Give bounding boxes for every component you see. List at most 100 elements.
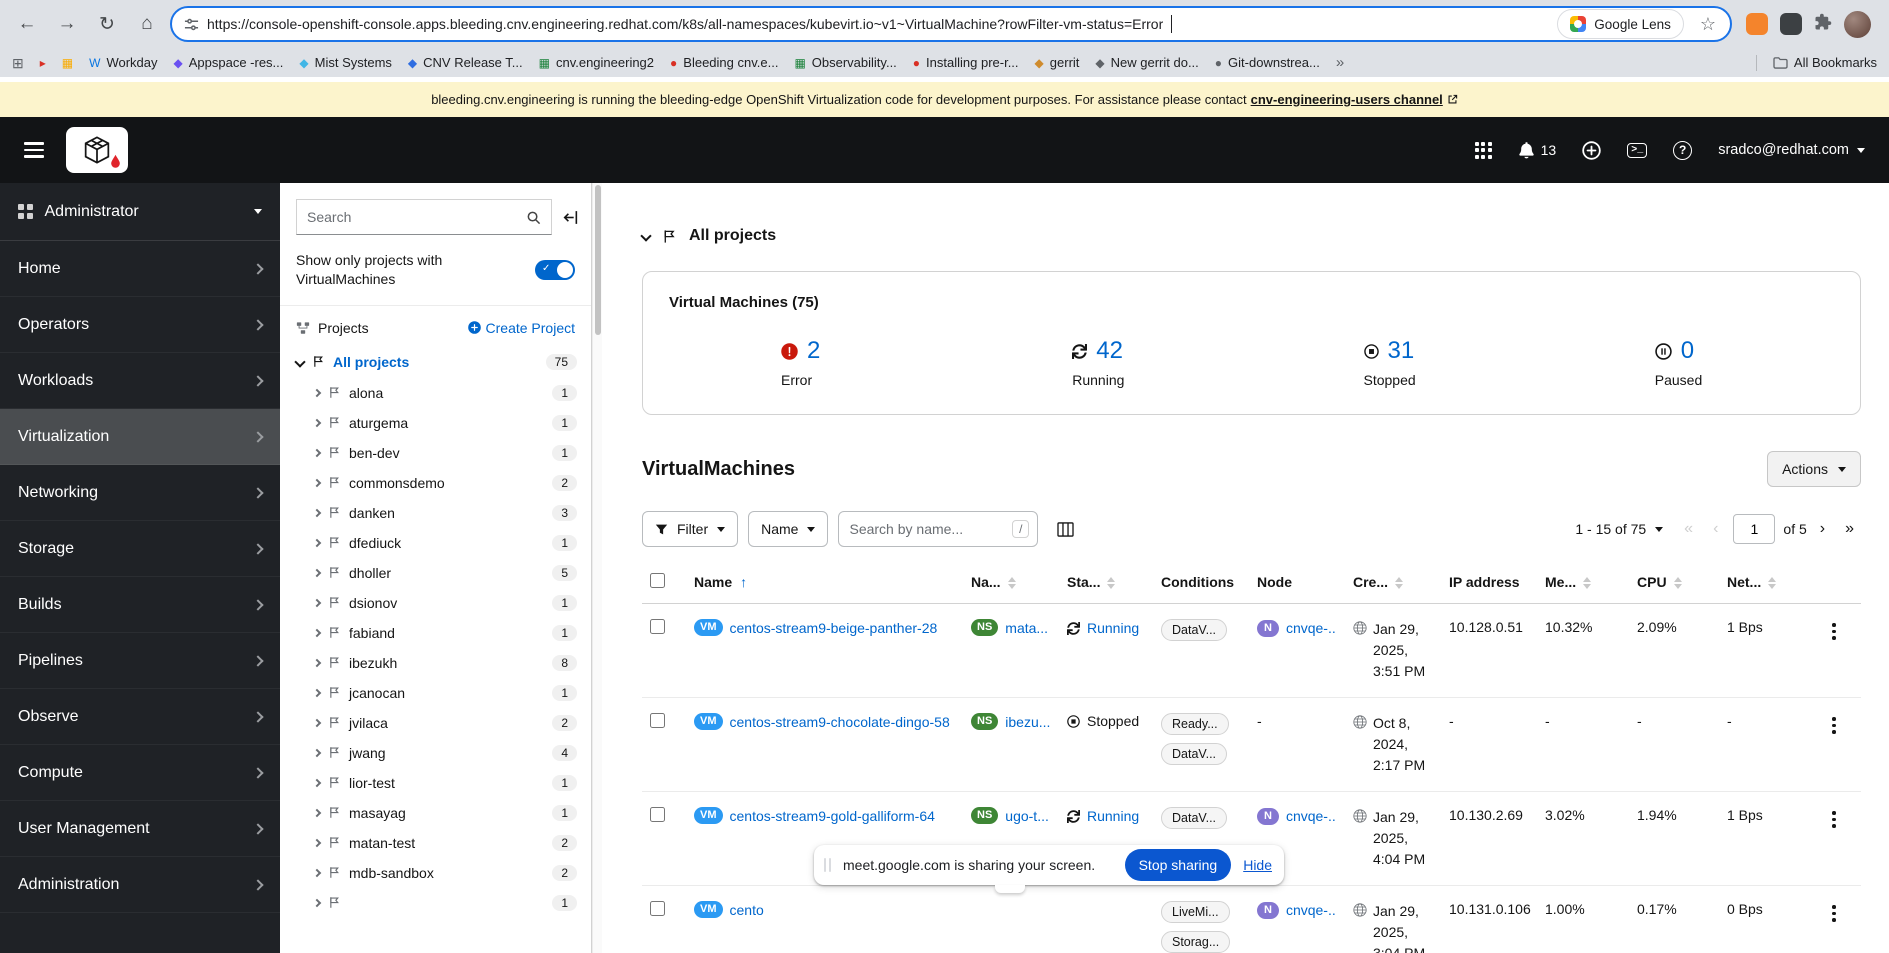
namespace-link[interactable]: mata... xyxy=(1005,619,1048,638)
projects-panel-scrollbar[interactable] xyxy=(592,183,602,953)
search-attribute-dropdown[interactable]: Name xyxy=(748,511,829,547)
sidebar-item-storage[interactable]: Storage xyxy=(0,521,280,577)
extension-icon-orange[interactable] xyxy=(1746,13,1768,35)
column-header[interactable]: Sta... xyxy=(1059,565,1153,604)
url-bar[interactable]: https://console-openshift-console.apps.b… xyxy=(170,6,1732,42)
sidebar-item-pipelines[interactable]: Pipelines xyxy=(0,633,280,689)
drag-handle-icon[interactable] xyxy=(824,858,831,872)
vm-status-link[interactable]: Running xyxy=(1087,807,1139,826)
project-item[interactable]: lior-test 1 xyxy=(280,768,591,798)
row-checkbox[interactable] xyxy=(650,807,665,822)
google-lens-button[interactable]: Google Lens xyxy=(1557,9,1684,39)
sidebar-item-workloads[interactable]: Workloads xyxy=(0,353,280,409)
project-item[interactable]: 1 xyxy=(280,888,591,918)
bookmark-item[interactable]: ◆ gerrit xyxy=(1035,55,1080,70)
terminal-icon[interactable]: >_ xyxy=(1627,142,1648,158)
bookmark-item[interactable]: W Workday xyxy=(89,55,157,70)
pagination-range-dropdown[interactable]: 1 - 15 of 75 xyxy=(1567,521,1671,537)
vm-name-link[interactable]: centos-stream9-chocolate-dingo-58 xyxy=(730,713,950,732)
project-item[interactable]: ben-dev 1 xyxy=(280,438,591,468)
extension-icon-dark[interactable] xyxy=(1780,13,1802,35)
sidebar-item-user-management[interactable]: User Management xyxy=(0,801,280,857)
sidebar-item-home[interactable]: Home xyxy=(0,241,280,297)
filter-dropdown[interactable]: Filter xyxy=(642,511,739,547)
sidebar-item-observe[interactable]: Observe xyxy=(0,689,280,745)
bookmark-item[interactable]: ◆ Appspace -res... xyxy=(174,55,284,70)
collapse-panel-icon[interactable] xyxy=(562,209,579,226)
project-item[interactable]: dfediuck 1 xyxy=(280,528,591,558)
project-item[interactable]: jwang 4 xyxy=(280,738,591,768)
current-page-input[interactable] xyxy=(1733,514,1776,544)
column-header[interactable]: Net... xyxy=(1719,565,1807,604)
sidebar-item-administration[interactable]: Administration xyxy=(0,857,280,913)
column-header[interactable]: Cre... xyxy=(1345,565,1441,604)
help-icon[interactable]: ? xyxy=(1673,140,1693,160)
back-icon[interactable]: ← xyxy=(10,7,44,41)
bookmark-item[interactable]: ● Bleeding cnv.e... xyxy=(670,55,778,70)
status-count-link[interactable]: 42 xyxy=(1096,337,1123,365)
first-page-icon[interactable]: « xyxy=(1677,520,1700,538)
sidebar-item-compute[interactable]: Compute xyxy=(0,745,280,801)
profile-avatar[interactable] xyxy=(1844,10,1871,38)
sidebar-item-virtualization[interactable]: Virtualization xyxy=(0,409,280,465)
openshift-virtualization-logo[interactable] xyxy=(66,127,128,173)
sidebar-item-networking[interactable]: Networking xyxy=(0,465,280,521)
project-item[interactable]: dsionov 1 xyxy=(280,588,591,618)
row-checkbox[interactable] xyxy=(650,619,665,634)
all-bookmarks-button[interactable]: All Bookmarks xyxy=(1773,55,1877,70)
all-projects-section-header[interactable]: All projects xyxy=(640,227,1861,245)
bookmark-item[interactable]: ▦ Observability... xyxy=(794,55,896,70)
hide-link[interactable]: Hide xyxy=(1243,857,1272,873)
site-settings-icon[interactable] xyxy=(184,17,199,32)
toast-collapse-handle[interactable] xyxy=(995,885,1025,893)
user-menu[interactable]: sradco@redhat.com xyxy=(1718,142,1865,158)
status-count-link[interactable]: 2 xyxy=(807,337,820,365)
stop-sharing-button[interactable]: Stop sharing xyxy=(1124,849,1232,881)
namespace-link[interactable]: ibezu... xyxy=(1005,713,1050,732)
status-count-link[interactable]: 31 xyxy=(1388,337,1415,365)
vm-name-link[interactable]: centos-stream9-gold-galliform-64 xyxy=(730,807,935,826)
project-item[interactable]: matan-test 2 xyxy=(280,828,591,858)
select-all-checkbox[interactable] xyxy=(650,573,665,588)
vm-status-link[interactable]: Running xyxy=(1087,619,1139,638)
all-projects-item[interactable]: All projects 75 xyxy=(280,346,591,378)
project-item[interactable]: commonsdemo 2 xyxy=(280,468,591,498)
bookmarks-overflow-chevron[interactable]: » xyxy=(1336,54,1344,71)
previous-page-icon[interactable]: ‹ xyxy=(1706,520,1725,538)
project-item[interactable]: aturgema 1 xyxy=(280,408,591,438)
row-kebab-menu[interactable] xyxy=(1815,619,1853,640)
vm-name-link[interactable]: cento xyxy=(730,901,764,920)
row-checkbox[interactable] xyxy=(650,713,665,728)
manage-columns-icon[interactable] xyxy=(1048,512,1082,546)
status-count-link[interactable]: 0 xyxy=(1681,337,1694,365)
perspective-switcher[interactable]: Administrator xyxy=(0,183,280,241)
namespace-link[interactable]: ugo-t... xyxy=(1005,807,1049,826)
bookmark-item[interactable]: ◆ CNV Release T... xyxy=(408,55,523,70)
project-search-input[interactable] xyxy=(307,209,518,225)
sidebar-item-builds[interactable]: Builds xyxy=(0,577,280,633)
bookmarks-apps-icon[interactable]: ⊞ xyxy=(12,56,24,70)
bookmark-item[interactable]: ● Installing pre-r... xyxy=(913,55,1019,70)
create-project-button[interactable]: Create Project xyxy=(467,320,575,336)
add-icon[interactable] xyxy=(1582,140,1601,160)
extensions-puzzle-icon[interactable] xyxy=(1814,13,1832,36)
row-kebab-menu[interactable] xyxy=(1815,713,1853,734)
bookmark-item[interactable]: ◆ New gerrit do... xyxy=(1095,55,1198,70)
nav-toggle-icon[interactable] xyxy=(24,142,44,158)
reload-icon[interactable]: ↻ xyxy=(90,7,124,41)
bookmark-item[interactable]: ● Git-downstrea... xyxy=(1215,55,1320,70)
column-header[interactable]: Me... xyxy=(1537,565,1629,604)
project-item[interactable]: masayag 1 xyxy=(280,798,591,828)
project-search-field[interactable] xyxy=(296,199,552,235)
row-kebab-menu[interactable] xyxy=(1815,901,1853,922)
bookmark-item[interactable]: ▦ cnv.engineering2 xyxy=(539,55,654,70)
actions-button[interactable]: Actions xyxy=(1767,451,1861,487)
last-page-icon[interactable]: » xyxy=(1838,520,1861,538)
banner-link[interactable]: cnv-engineering-users channel xyxy=(1251,92,1443,107)
bookmark-star-icon[interactable]: ☆ xyxy=(1692,14,1724,35)
forward-icon[interactable]: → xyxy=(50,7,84,41)
name-search-input[interactable] xyxy=(849,521,1007,537)
vm-projects-toggle[interactable]: ✓ xyxy=(535,259,575,280)
project-item[interactable]: mdb-sandbox 2 xyxy=(280,858,591,888)
next-page-icon[interactable]: › xyxy=(1813,520,1832,538)
